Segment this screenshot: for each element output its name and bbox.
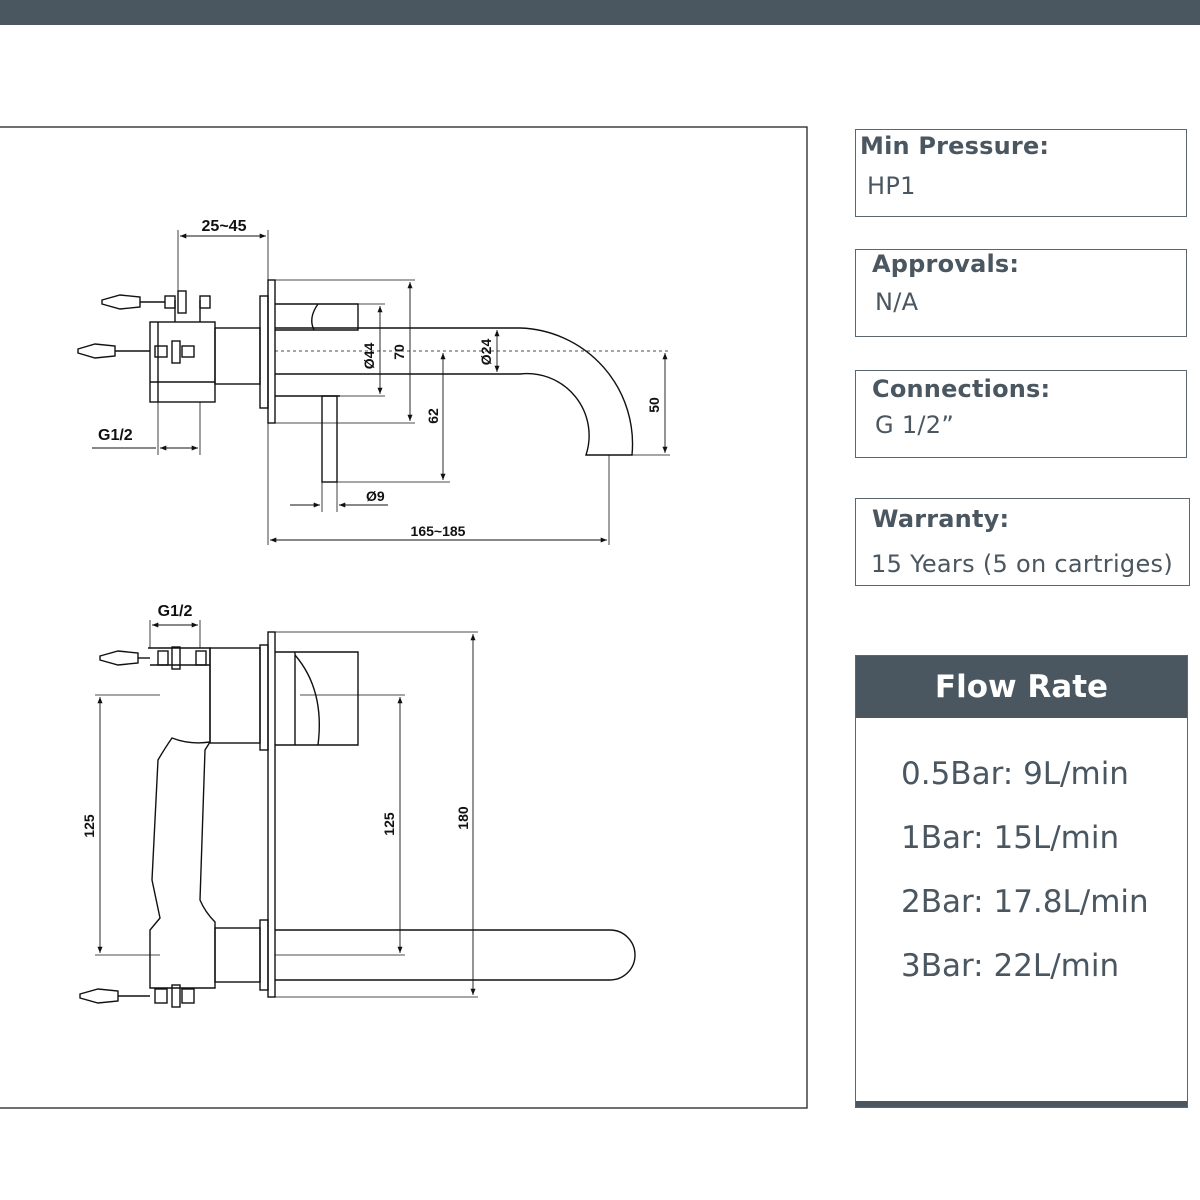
- flow-rate-item: 0.5Bar: 9L/min: [901, 756, 1129, 792]
- flow-rate-footer-bar: [856, 1101, 1187, 1107]
- dim-body-diameter: Ø44: [361, 343, 377, 370]
- spec-warranty: Warranty: 15 Years (5 on cartriges): [855, 498, 1190, 586]
- spec-label: Approvals:: [872, 250, 1020, 278]
- dim-center-spacing: 125: [381, 812, 397, 836]
- dim-handle-height: 62: [425, 408, 441, 424]
- dim-spout-reach: 165~185: [411, 523, 466, 539]
- drawing-frame: [0, 126, 808, 1109]
- dim-inlet-spacing: 125: [81, 814, 97, 838]
- flow-rate-item: 1Bar: 15L/min: [901, 820, 1120, 856]
- spec-connections: Connections: G 1/2”: [855, 370, 1187, 458]
- flow-rate-panel: Flow Rate 0.5Bar: 9L/min 1Bar: 15L/min 2…: [855, 655, 1188, 1108]
- spec-value: N/A: [875, 288, 919, 316]
- dim-plate-height: 70: [391, 344, 407, 360]
- flow-rate-item: 3Bar: 22L/min: [901, 948, 1120, 984]
- dim-inlet-thread-bottom: G1/2: [158, 603, 193, 620]
- dim-inlet-thread-top: G1/2: [98, 427, 133, 444]
- spec-approvals: Approvals: N/A: [855, 249, 1187, 337]
- flow-rate-item: 2Bar: 17.8L/min: [901, 884, 1149, 920]
- top-plan-dimension-labels: G1/2 125 125 180: [81, 603, 471, 838]
- flow-rate-title: Flow Rate: [856, 656, 1187, 718]
- spec-value: G 1/2”: [875, 411, 955, 439]
- spec-value: HP1: [867, 172, 916, 200]
- spec-label: Warranty:: [872, 505, 1010, 533]
- dim-spout-drop: 50: [646, 397, 662, 413]
- spec-min-pressure: Min Pressure: HP1: [855, 129, 1187, 217]
- dim-handle-diameter: Ø9: [366, 488, 385, 504]
- top-plan-view: [79, 620, 636, 1008]
- spec-value: 15 Years (5 on cartriges): [871, 550, 1173, 578]
- dim-wall-depth: 25~45: [202, 218, 247, 235]
- dim-plate-length: 180: [455, 806, 471, 830]
- spec-label: Connections:: [872, 375, 1051, 403]
- dim-spout-diameter: Ø24: [478, 339, 494, 366]
- spec-label: Min Pressure:: [860, 132, 1050, 160]
